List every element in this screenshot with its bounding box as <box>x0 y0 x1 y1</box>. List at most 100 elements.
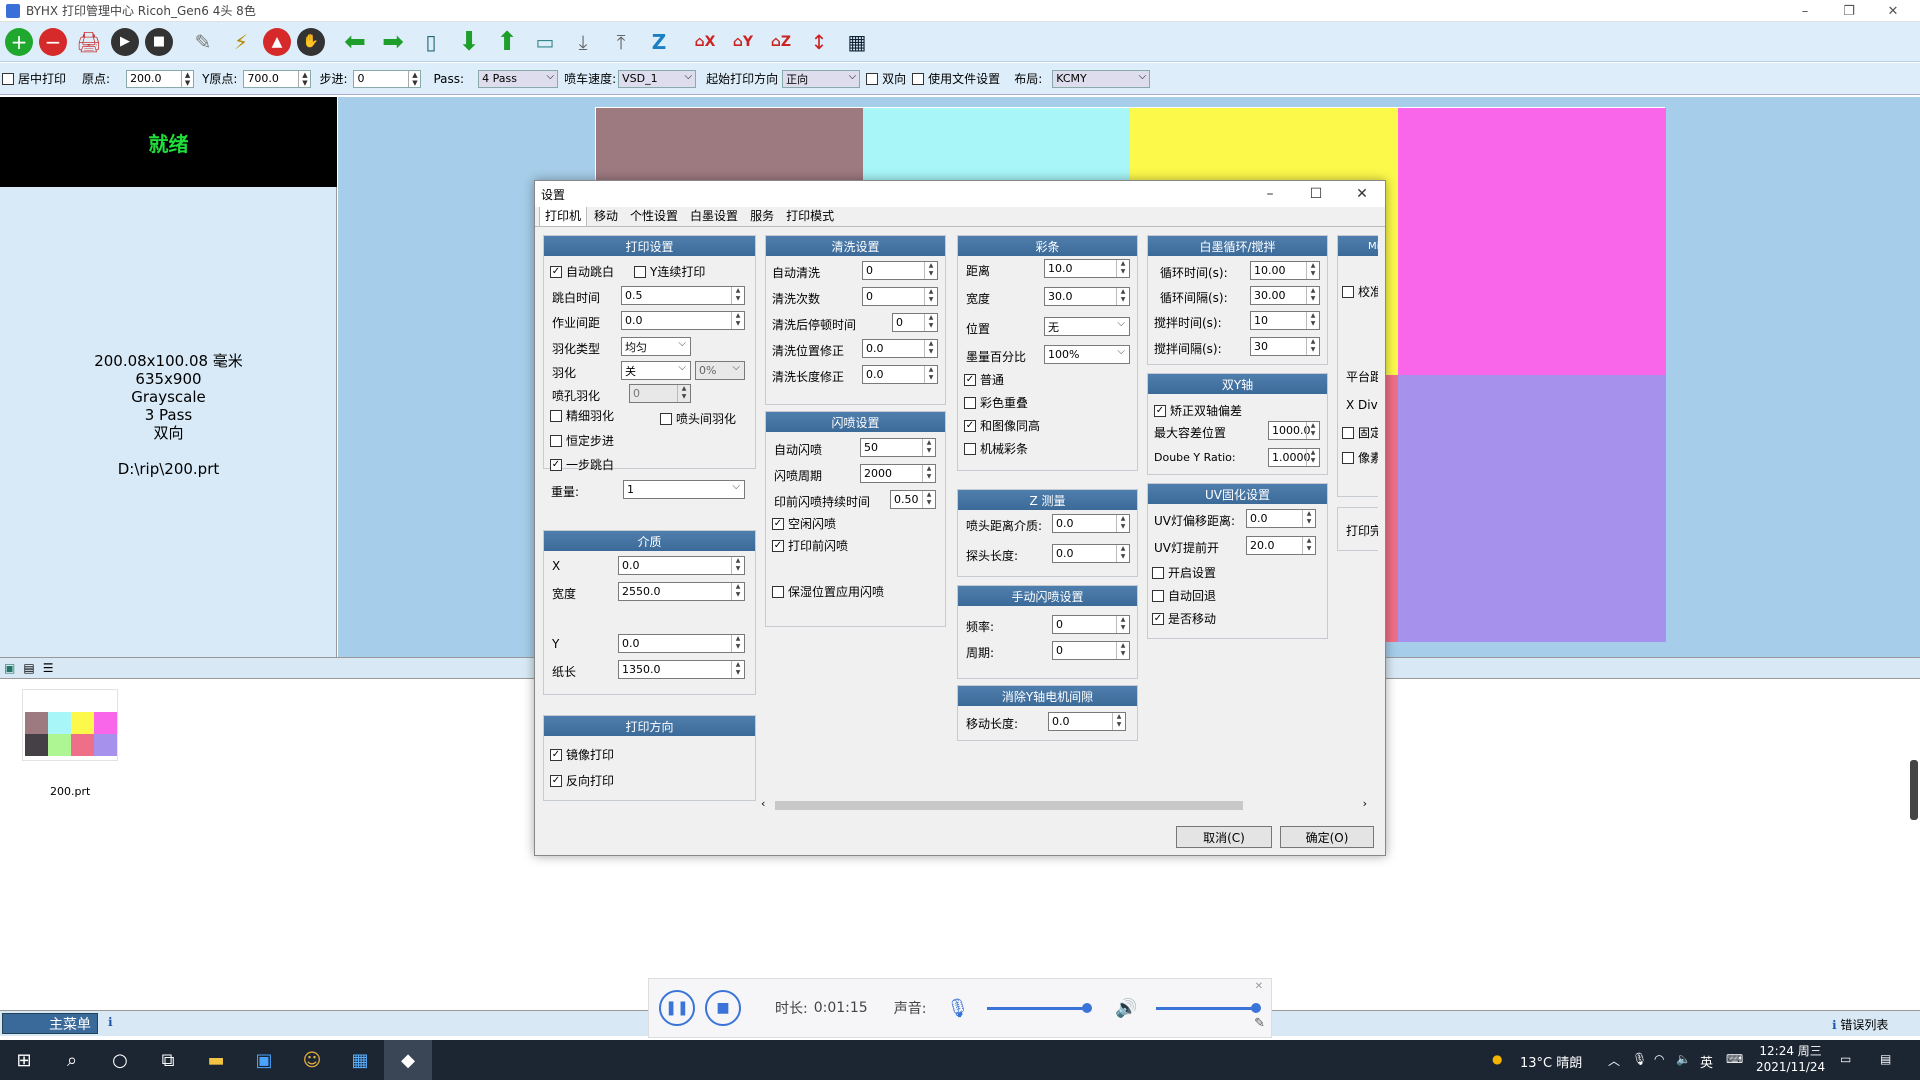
task-view-icon[interactable]: ⧉ <box>144 1040 192 1080</box>
settings-grid-icon[interactable]: ▦ <box>841 26 873 58</box>
close-button[interactable]: ✕ <box>1871 0 1915 22</box>
head-distance-input[interactable]: 0.0 ▲ ▼ <box>1052 514 1130 533</box>
mech-bar-checkbox[interactable] <box>964 442 976 455</box>
layout-select[interactable]: KCMY <box>1052 69 1151 88</box>
media-x-input[interactable]: 0.0 ▲ ▼ <box>618 556 745 575</box>
scroll-right-icon[interactable]: › <box>1363 797 1367 810</box>
abort-icon[interactable]: ▲ <box>263 27 291 56</box>
clean-pos-input[interactable]: 0.0 ▲ ▼ <box>862 339 938 358</box>
app3-icon[interactable]: ▦ <box>336 1040 384 1080</box>
use-file-settings-checkbox[interactable] <box>912 72 925 85</box>
idle-flash-checkbox[interactable]: ✓ <box>772 517 784 530</box>
print-icon[interactable]: 🖨 <box>73 26 105 58</box>
mic-tray-icon[interactable]: 🎙 <box>1632 1052 1647 1066</box>
uv-offset-input[interactable]: 0.0 ▲ ▼ <box>1246 509 1316 528</box>
tab-white-ink[interactable]: 白墨设置 <box>685 205 743 226</box>
stop-icon[interactable]: ■ <box>145 27 173 56</box>
home-z-icon[interactable]: ⌂Z <box>765 26 797 58</box>
stir-interval-input[interactable]: 30 ▲ ▼ <box>1250 337 1320 356</box>
auto-skip-white-checkbox[interactable]: ✓ <box>550 265 562 278</box>
pre-flash-input[interactable]: 0.50 ▲ ▼ <box>890 490 936 509</box>
pause-icon[interactable]: ✋ <box>297 27 325 56</box>
head-feather-checkbox[interactable] <box>660 412 672 425</box>
dialog-maximize-button[interactable]: ☐ <box>1293 181 1339 207</box>
volume-tray-icon[interactable]: 🔈 <box>1676 1052 1691 1066</box>
feed-icon[interactable]: ⤓ <box>567 26 599 58</box>
uv-move-checkbox[interactable]: ✓ <box>1152 612 1164 625</box>
tab-move[interactable]: 移动 <box>589 205 623 226</box>
tab-printer[interactable]: 打印机 <box>539 204 588 226</box>
same-height-checkbox[interactable]: ✓ <box>964 419 976 432</box>
tab-print-mode[interactable]: 打印模式 <box>781 205 839 226</box>
clean-pause-input[interactable]: 0 ▲ ▼ <box>892 313 938 332</box>
clock[interactable]: 12:24 周三 2021/11/24 <box>1756 1043 1825 1075</box>
job-file-name[interactable]: 200.prt <box>50 785 90 798</box>
file-explorer-icon[interactable]: ▬ <box>192 1040 240 1080</box>
home-y-icon[interactable]: ⌂Y <box>727 26 759 58</box>
cortana-icon[interactable]: ○ <box>96 1040 144 1080</box>
speaker-icon[interactable]: 🔊 <box>1115 998 1137 1019</box>
network-icon[interactable]: ◠ <box>1654 1052 1664 1066</box>
feather-select[interactable]: 关 <box>621 361 691 380</box>
nozzle-feather-input[interactable]: 0 ▲ ▼ <box>629 384 691 403</box>
probe-length-input[interactable]: 0.0 ▲ ▼ <box>1052 544 1130 563</box>
calibration-checkbox[interactable] <box>1342 285 1354 298</box>
manual-period-input[interactable]: 0 ▲ ▼ <box>1052 641 1130 660</box>
auto-clean-input[interactable]: 0 ▲ ▼ <box>862 261 938 280</box>
reverse-print-checkbox[interactable]: ✓ <box>550 774 562 787</box>
correct-dual-y-checkbox[interactable]: ✓ <box>1154 404 1166 417</box>
fixed-checkbox[interactable] <box>1342 426 1354 439</box>
speaker-volume-slider[interactable] <box>1155 1002 1261 1013</box>
ok-button[interactable]: 确定(O) <box>1280 826 1374 848</box>
play-icon[interactable]: ▶ <box>111 27 139 56</box>
scroll-left-icon[interactable]: ‹ <box>761 797 765 810</box>
start-icon[interactable]: ⊞ <box>0 1040 48 1080</box>
stir-time-input[interactable]: 10 ▲ ▼ <box>1250 311 1320 330</box>
home-x-icon[interactable]: ⌂X <box>689 26 721 58</box>
pixel-checkbox[interactable] <box>1342 451 1354 464</box>
minimize-button[interactable]: – <box>1783 0 1827 22</box>
weather-text[interactable]: 13°C 晴朗 <box>1520 1052 1582 1071</box>
app4-icon[interactable]: ◆ <box>384 1040 432 1080</box>
measure-paper-icon[interactable]: ↕ <box>803 26 835 58</box>
scrollbar-thumb[interactable] <box>775 801 1243 810</box>
direction-select[interactable]: 正向 <box>782 69 861 88</box>
add-icon[interactable]: + <box>5 27 33 56</box>
right-arrow-icon[interactable]: ➡ <box>377 26 409 58</box>
clean-icon[interactable]: ✎ <box>187 26 219 58</box>
info-icon[interactable]: ℹ <box>108 1015 113 1029</box>
flash-icon[interactable]: ⚡ <box>225 26 257 58</box>
restore-button[interactable]: ❐ <box>1827 0 1871 22</box>
cycle-interval-input[interactable]: 30.00 ▲ ▼ <box>1250 286 1320 305</box>
left-arrow-icon[interactable]: ⬅ <box>339 26 371 58</box>
before-flash-checkbox[interactable]: ✓ <box>772 539 784 552</box>
uv-open-checkbox[interactable] <box>1152 566 1164 579</box>
detail-view-icon[interactable]: ▤ <box>23 661 34 675</box>
thumbnail-view-icon[interactable]: ▣ <box>4 661 15 675</box>
cycle-time-input[interactable]: 10.00 ▲ ▼ <box>1250 261 1320 280</box>
down-icon[interactable]: ⬇ <box>453 26 485 58</box>
tray-chevron-icon[interactable]: ︿ <box>1608 1052 1620 1069</box>
tab-service[interactable]: 服务 <box>745 205 779 226</box>
center-print-checkbox[interactable] <box>2 72 14 85</box>
manual-freq-input[interactable]: 0 ▲ ▼ <box>1052 615 1130 634</box>
media-length-input[interactable]: 1350.0 ▲ ▼ <box>618 660 745 679</box>
bar-position-select[interactable]: 无 <box>1044 317 1130 336</box>
y-continuous-checkbox[interactable] <box>634 265 646 278</box>
dual-y-ratio-input[interactable]: 1.0000 ▲ ▼ <box>1268 448 1320 467</box>
weight-select[interactable]: 1 <box>623 480 745 499</box>
stop-recording-button[interactable]: ■ <box>705 990 741 1026</box>
move-length-input[interactable]: 0.0 ▲ ▼ <box>1048 712 1126 731</box>
fine-feather-checkbox[interactable] <box>550 409 562 422</box>
z-icon[interactable]: Z <box>643 26 675 58</box>
microphone-icon[interactable]: 🎙 <box>946 998 969 1019</box>
step-input[interactable]: 0 ▲ ▼ <box>353 69 422 88</box>
color-overlap-checkbox[interactable] <box>964 396 976 409</box>
mirror-print-checkbox[interactable]: ✓ <box>550 748 562 761</box>
measure-icon[interactable]: ▯ <box>415 26 447 58</box>
pass-select[interactable]: 4 Pass <box>478 69 559 88</box>
keyboard-icon[interactable]: ⌨ <box>1726 1052 1743 1066</box>
moist-flash-checkbox[interactable] <box>772 585 784 598</box>
vertical-scrollbar[interactable] <box>1910 760 1918 820</box>
bar-width-input[interactable]: 30.0 ▲ ▼ <box>1044 287 1130 306</box>
